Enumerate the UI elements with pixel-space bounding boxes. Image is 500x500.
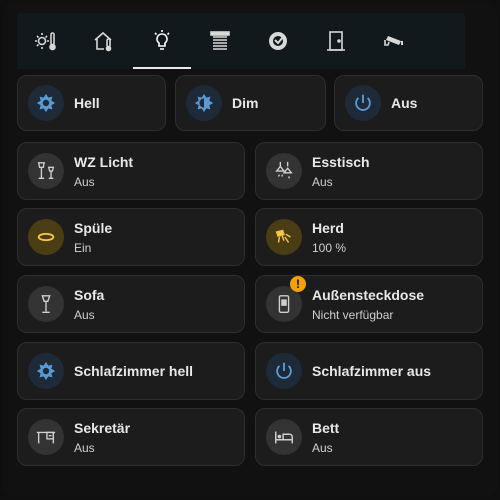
scene-label: Dim <box>232 95 259 111</box>
device-icon-badge <box>28 353 64 389</box>
device-name: WZ Licht <box>74 153 134 170</box>
device-icon-badge <box>266 153 302 189</box>
scene-button-hell[interactable]: Hell <box>17 75 166 131</box>
device-name: Herd <box>312 219 344 236</box>
device-card-schlafzimmer-aus[interactable]: Schlafzimmer aus <box>255 342 483 400</box>
device-card-esstisch[interactable]: Esstisch Aus <box>255 142 483 200</box>
device-icon-badge <box>28 153 64 189</box>
device-name: Sekretär <box>74 419 131 436</box>
device-icon-badge <box>28 286 64 322</box>
device-card-spuele[interactable]: Spüle Ein <box>17 208 245 266</box>
device-card-aussensteckdose[interactable]: ! Außensteckdose Nicht verfügbar <box>255 275 483 333</box>
device-icon-badge <box>266 353 302 389</box>
brightness-high-icon <box>36 93 56 113</box>
scene-button-dim[interactable]: Dim <box>175 75 326 131</box>
device-card-wz-licht[interactable]: WZ Licht Aus <box>17 142 245 200</box>
device-card-sofa[interactable]: Sofa Aus <box>17 275 245 333</box>
device-card-sekretaer[interactable]: Sekretär Aus <box>17 408 245 466</box>
tab-home-climate[interactable] <box>75 13 133 69</box>
device-card-bett[interactable]: Bett Aus <box>255 408 483 466</box>
device-state: 100 % <box>312 240 347 255</box>
door-icon <box>327 31 345 51</box>
ring-light-icon <box>37 232 55 242</box>
scene-label: Hell <box>74 95 100 111</box>
device-name: Außensteckdose <box>312 286 425 303</box>
shutter-icon <box>210 31 230 50</box>
outdoor-socket-icon <box>278 295 290 313</box>
device-state: Aus <box>74 307 95 322</box>
device-icon-badge <box>28 219 64 255</box>
power-icon <box>276 362 292 379</box>
brightness-half-icon <box>194 93 214 113</box>
device-state: Ein <box>74 240 92 255</box>
scene-button-aus[interactable]: Aus <box>334 75 483 131</box>
device-icon-badge <box>266 419 302 455</box>
device-name: Esstisch <box>312 153 370 170</box>
scene-icon-badge <box>186 85 222 121</box>
device-state: Nicht verfügbar <box>312 307 394 322</box>
sun-thermometer-icon <box>35 32 56 51</box>
tab-cameras[interactable] <box>365 13 423 69</box>
desk-icon <box>36 431 56 444</box>
device-card-herd[interactable]: Herd 100 % <box>255 208 483 266</box>
tab-covers[interactable] <box>191 13 249 69</box>
robot-vacuum-icon <box>269 32 287 50</box>
device-icon-badge <box>266 219 302 255</box>
device-name: Sofa <box>74 286 105 303</box>
dashboard-frame: Hell Dim Aus WZ Licht Aus Esstisch Aus S… <box>3 3 497 497</box>
device-state: Aus <box>74 440 95 455</box>
device-state: Aus <box>312 440 333 455</box>
device-name: Bett <box>312 419 340 436</box>
device-state: Aus <box>74 174 95 189</box>
scene-label: Aus <box>391 95 418 111</box>
home-thermometer-icon <box>94 31 112 52</box>
scene-icon-badge <box>345 85 381 121</box>
floor-lamps-icon <box>37 162 55 180</box>
device-name: Schlafzimmer hell <box>74 363 194 379</box>
device-icon-badge: ! <box>266 276 306 322</box>
tab-lights[interactable] <box>133 13 191 69</box>
lightbulb-icon <box>154 30 170 50</box>
ceiling-lights-icon <box>275 161 293 179</box>
tab-vacuum[interactable] <box>249 13 307 69</box>
device-card-schlafzimmer-hell[interactable]: Schlafzimmer hell <box>17 342 245 400</box>
tab-weather[interactable] <box>17 13 75 69</box>
device-icon-badge <box>28 419 64 455</box>
tab-doors[interactable] <box>307 13 365 69</box>
brightness-high-icon <box>36 361 56 381</box>
cctv-camera-icon <box>384 36 403 46</box>
floor-lamp-icon <box>41 295 51 313</box>
device-name: Schlafzimmer aus <box>312 363 432 379</box>
device-name: Spüle <box>74 219 113 236</box>
spotlight-beam-icon <box>275 229 291 243</box>
warning-badge: ! <box>290 276 306 292</box>
bed-icon <box>275 431 293 444</box>
power-icon <box>355 94 371 111</box>
scene-icon-badge <box>28 85 64 121</box>
view-tab-bar <box>17 13 465 69</box>
device-state: Aus <box>312 174 333 189</box>
